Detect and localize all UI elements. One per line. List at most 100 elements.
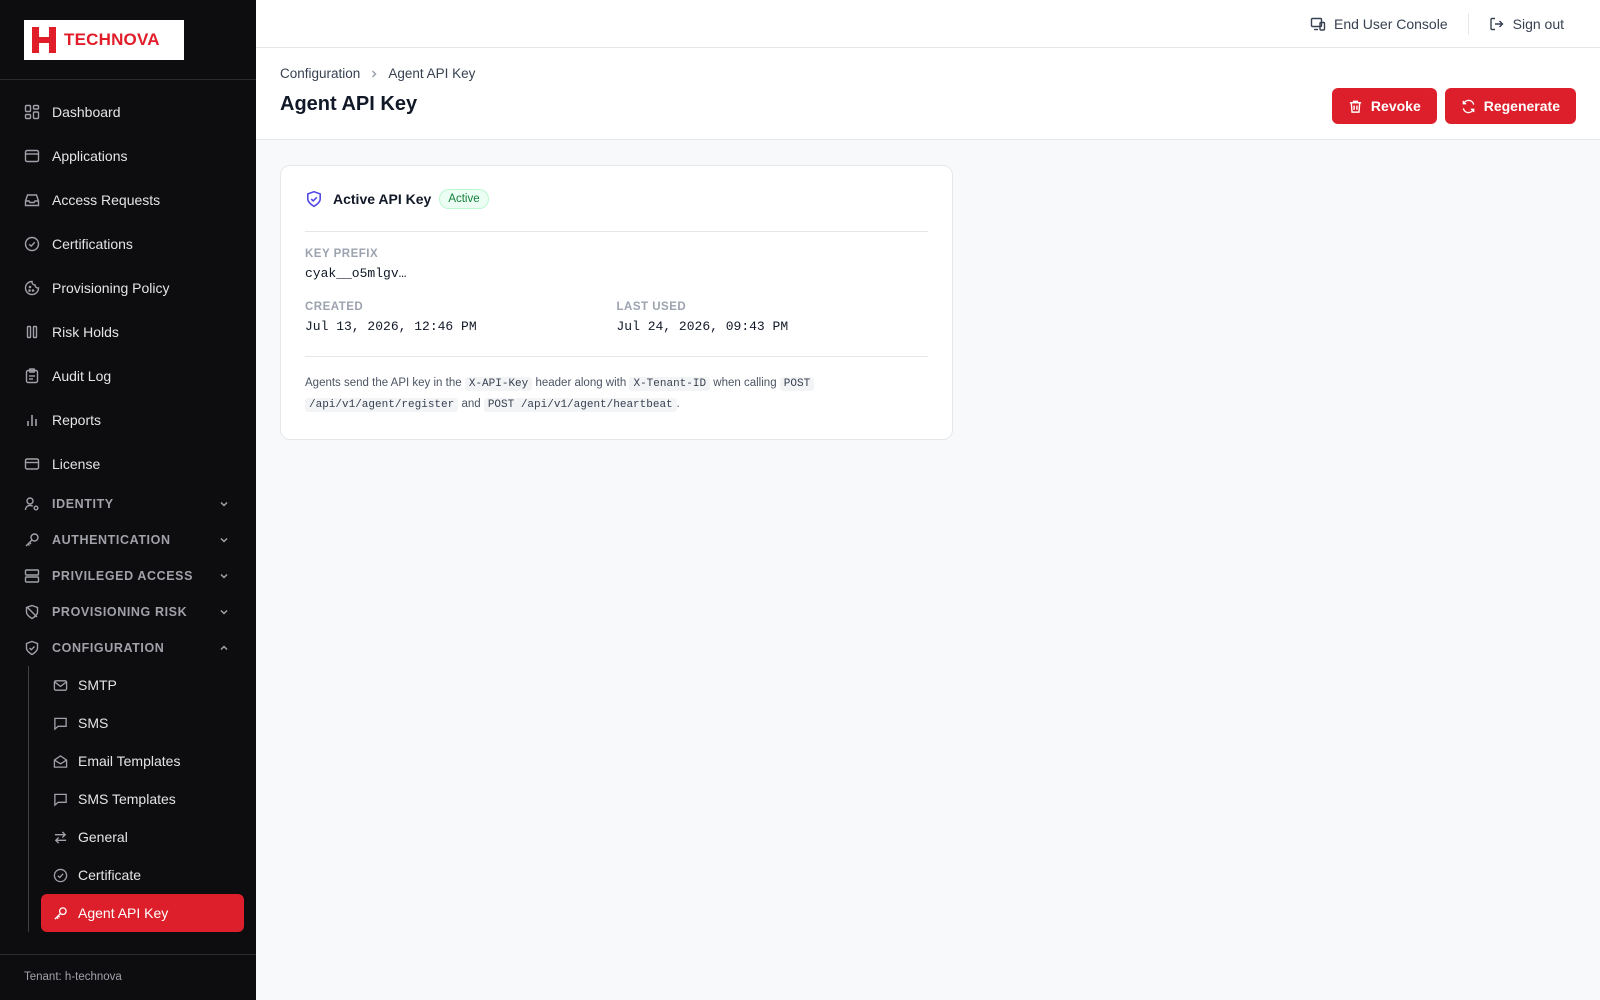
section-label: AUTHENTICATION [52,533,171,547]
brand-name: TECHNOVA [64,30,160,49]
clipboard-icon [24,368,40,384]
log-out-icon [1489,16,1505,32]
message-square-icon [53,792,68,807]
end-user-console-label: End User Console [1334,15,1448,32]
section-authentication[interactable]: AUTHENTICATION [0,522,256,558]
end-user-console-link[interactable]: End User Console [1310,16,1448,32]
configuration-subnav: SMTP SMS Email Templates SMS Templates G… [28,666,256,932]
last-used-value: Jul 24, 2026, 09:43 PM [616,319,789,334]
section-privileged-access[interactable]: PRIVILEGED ACCESS [0,558,256,594]
tenant-label: Tenant: h-technova [0,954,256,1000]
section-identity[interactable]: IDENTITY [0,486,256,522]
regenerate-label: Regenerate [1483,98,1560,114]
key-prefix-field: KEY PREFIX cyak__o5mlgv… [305,232,928,281]
section-provisioning-risk[interactable]: PROVISIONING RISK [0,594,256,630]
sidebar-item-smtp[interactable]: SMTP [41,666,244,704]
breadcrumb-configuration[interactable]: Configuration [280,66,360,81]
chevron-down-icon [218,606,230,618]
sidebar-item-email-templates[interactable]: Email Templates [41,742,244,780]
note-text: and [461,398,481,410]
last-used-field: LAST USED Jul 24, 2026, 09:43 PM [617,301,929,334]
code-register-endpoint: /api/v1/agent/register [305,398,459,412]
created-field: CREATED Jul 13, 2026, 12:46 PM [305,301,617,334]
logo[interactable]: TECHNOVA [24,20,184,60]
logo-mark-icon [32,27,56,53]
note-text: when calling [713,377,777,389]
sidebar-item-dashboard[interactable]: Dashboard [0,90,256,134]
sidebar: TECHNOVA Dashboard Applications Access R… [0,0,256,1000]
regenerate-button[interactable]: Regenerate [1444,88,1576,124]
last-used-label: LAST USED [616,301,687,313]
key-icon [24,532,40,548]
sidebar-item-access-requests[interactable]: Access Requests [0,178,256,222]
chevron-down-icon [218,534,230,546]
code-post: POST [779,377,815,391]
code-heartbeat-endpoint: POST /api/v1/agent/heartbeat [483,398,677,412]
sidebar-item-label: Applications [52,148,128,164]
sidebar-item-label: General [78,829,128,845]
sidebar-item-label: SMTP [78,677,117,693]
usage-note: Agents send the API key in the X-API-Key… [305,357,928,415]
sidebar-item-label: Agent API Key [78,905,169,921]
inbox-icon [24,192,40,208]
sidebar-item-sms-templates[interactable]: SMS Templates [41,780,244,818]
sidebar-item-label: Provisioning Policy [52,280,170,296]
sidebar-item-label: Dashboard [52,104,121,120]
note-text: Agents send the API key in the [305,377,462,389]
sidebar-item-applications[interactable]: Applications [0,134,256,178]
created-value: Jul 13, 2026, 12:46 PM [305,319,477,334]
section-configuration[interactable]: CONFIGURATION [0,630,256,666]
sidebar-item-label: License [52,456,101,472]
dashboard-icon [24,104,40,120]
sidebar-item-risk-holds[interactable]: Risk Holds [0,310,256,354]
window-icon [24,148,40,164]
created-label: CREATED [305,301,364,313]
card-title: Active API Key [333,190,432,207]
devices-icon [1310,16,1326,32]
sidebar-item-label: SMS Templates [78,791,176,807]
note-text: . [676,398,680,410]
message-square-icon [53,716,68,731]
shield-off-icon [24,604,40,620]
sidebar-item-certificate[interactable]: Certificate [41,856,244,894]
check-circle-icon [24,236,40,252]
shield-check-icon [305,190,323,208]
cookie-icon [24,280,40,296]
note-text: header along with [535,377,627,389]
sign-out-link[interactable]: Sign out [1489,16,1564,32]
chevron-right-icon [368,68,380,80]
sidebar-item-label: Audit Log [52,368,112,384]
sidebar-item-agent-api-key[interactable]: Agent API Key [41,894,244,932]
code-x-tenant-id: X-Tenant-ID [629,377,711,391]
sidebar-item-audit-log[interactable]: Audit Log [0,354,256,398]
section-label: CONFIGURATION [52,641,165,655]
api-key-card: Active API Key Active KEY PREFIX cyak__o… [280,165,953,440]
logo-area: TECHNOVA [0,0,256,80]
mail-open-icon [53,754,68,769]
sidebar-item-provisioning-policy[interactable]: Provisioning Policy [0,266,256,310]
section-label: PRIVILEGED ACCESS [52,569,194,583]
chevron-up-icon [218,642,230,654]
key-prefix-value: cyak__o5mlgv… [305,266,407,281]
sidebar-item-general[interactable]: General [41,818,244,856]
user-cog-icon [24,496,40,512]
revoke-button[interactable]: Revoke [1331,88,1437,124]
key-icon [53,906,68,921]
trash-icon [1348,99,1363,114]
page-header: Configuration Agent API Key Agent API Ke… [256,48,1600,140]
section-label: IDENTITY [52,497,114,511]
sidebar-item-license[interactable]: License [0,442,256,486]
sidebar-item-sms[interactable]: SMS [41,704,244,742]
sidebar-item-certifications[interactable]: Certifications [0,222,256,266]
code-x-api-key: X-API-Key [464,377,533,391]
arrows-left-right-icon [53,830,68,845]
status-badge: Active [439,188,489,209]
card-icon [24,456,40,472]
topbar: End User Console Sign out [256,0,1600,48]
sidebar-item-reports[interactable]: Reports [0,398,256,442]
breadcrumb: Configuration Agent API Key [280,66,1576,81]
sidebar-item-label: Access Requests [52,192,161,208]
sidebar-item-label: Email Templates [78,753,181,769]
sidebar-nav: Dashboard Applications Access Requests C… [0,80,256,932]
mail-icon [53,678,68,693]
